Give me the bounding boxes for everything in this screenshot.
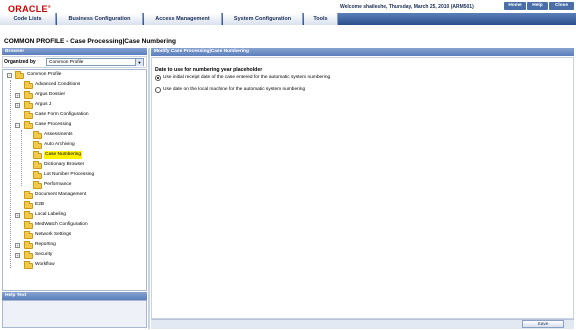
tab-code-lists[interactable]: Code Lists [0,13,56,25]
folder-icon [24,91,33,99]
folder-icon [24,211,33,219]
home-link[interactable]: Home [504,2,526,10]
tree-item-case-numbering[interactable]: Case Numbering [44,151,82,159]
folder-icon [24,261,33,269]
radio-local-machine-date-label: Use date on the local machine for the au… [163,87,306,92]
welcome-text: Welcome shaileshe, Thursday, March 25, 2… [340,4,474,10]
folder-open-icon [15,71,24,79]
organized-by-value: Common Profile [49,60,84,65]
tree-item-e2b[interactable]: E2B [35,201,44,209]
folder-icon [33,181,42,189]
folder-icon [24,191,33,199]
folder-icon [33,141,42,149]
tree-guide-line [21,130,22,186]
tree-item-workflow[interactable]: Workflow [35,261,55,269]
tree-item-security[interactable]: Security [35,251,52,259]
collapse-icon[interactable]: − [7,73,12,78]
expand-icon[interactable]: + [15,213,20,218]
tree-item-argus-dossier[interactable]: Argus Dossier [35,91,65,99]
help-link[interactable]: Help [527,2,548,10]
folder-icon [24,201,33,209]
app-header [0,0,576,13]
tree-item-argus-j[interactable]: Argus J [35,101,51,109]
tree-item-dictionary-browser[interactable]: Dictionary Browser [44,161,84,169]
tree-item-assessments[interactable]: Assessments [44,131,73,139]
tree-item-case-processing[interactable]: Case Processing [35,121,71,129]
folder-icon [24,81,33,89]
radio-initial-receipt-date-label: Use initial receipt date of the case ent… [163,75,331,80]
organized-by-select[interactable]: Common Profile ▼ [46,58,144,66]
folder-icon [24,251,33,259]
close-link[interactable]: Close [549,2,574,10]
expand-icon[interactable]: + [15,103,20,108]
pane-splitter[interactable] [148,48,150,329]
folder-icon [24,241,33,249]
folder-icon [33,171,42,179]
tree-item-local-labeling[interactable]: Local Labeling [35,211,66,219]
tree-item-reporting[interactable]: Reporting [35,241,56,249]
tree-item-network-settings[interactable]: Network Settings [35,231,71,239]
folder-open-icon [33,151,42,159]
chevron-down-icon[interactable]: ▼ [135,59,143,66]
folder-icon [33,161,42,169]
tree-item-auto-archiving[interactable]: Auto Archiving [44,141,75,149]
folder-icon [24,101,33,109]
modify-panel [151,57,574,319]
radio-local-machine-date[interactable] [155,87,161,93]
tree-item-performance[interactable]: Performance [44,181,71,189]
tree-guide-line [10,80,11,268]
folder-icon [24,231,33,239]
browser-panel-header: Browser [2,48,147,55]
expand-icon[interactable]: + [15,243,20,248]
tab-access-management[interactable]: Access Management [144,13,222,25]
tab-system-configuration[interactable]: System Configuration [223,13,303,25]
save-button[interactable]: Save [522,320,564,328]
section-title: Date to use for numbering year placehold… [155,67,263,73]
collapse-icon[interactable]: − [15,123,20,128]
organized-by-label: Organized by [4,59,36,65]
folder-open-icon [24,121,33,129]
tab-tools[interactable]: Tools [304,13,338,25]
expand-icon[interactable]: + [15,253,20,258]
tree-item-lot-number-processing[interactable]: Lot Number Processing [44,171,94,179]
radio-initial-receipt-date[interactable] [155,75,161,81]
tree-item-common-profile[interactable]: Common Profile [27,71,61,79]
help-text-header: Help Text [2,292,147,300]
tree-item-document-management[interactable]: Document Management [35,191,86,199]
tree-item-case-form-configuration[interactable]: Case Form Configuration [35,111,89,119]
page-title: COMMON PROFILE - Case Processing|Case Nu… [4,38,176,45]
tab-business-configuration[interactable]: Business Configuration [57,13,143,25]
folder-icon [24,221,33,229]
tree-item-medwatch-configuration[interactable]: MedWatch Configuration [35,221,88,229]
footer-bar [151,319,574,329]
expand-icon[interactable]: + [15,93,20,98]
folder-icon [24,111,33,119]
folder-icon [33,131,42,139]
tree-item-advanced-conditions[interactable]: Advanced Conditions [35,81,80,89]
modify-panel-header: Modify Case Processing|Case Numbering [151,48,574,56]
help-text-panel [2,300,147,328]
